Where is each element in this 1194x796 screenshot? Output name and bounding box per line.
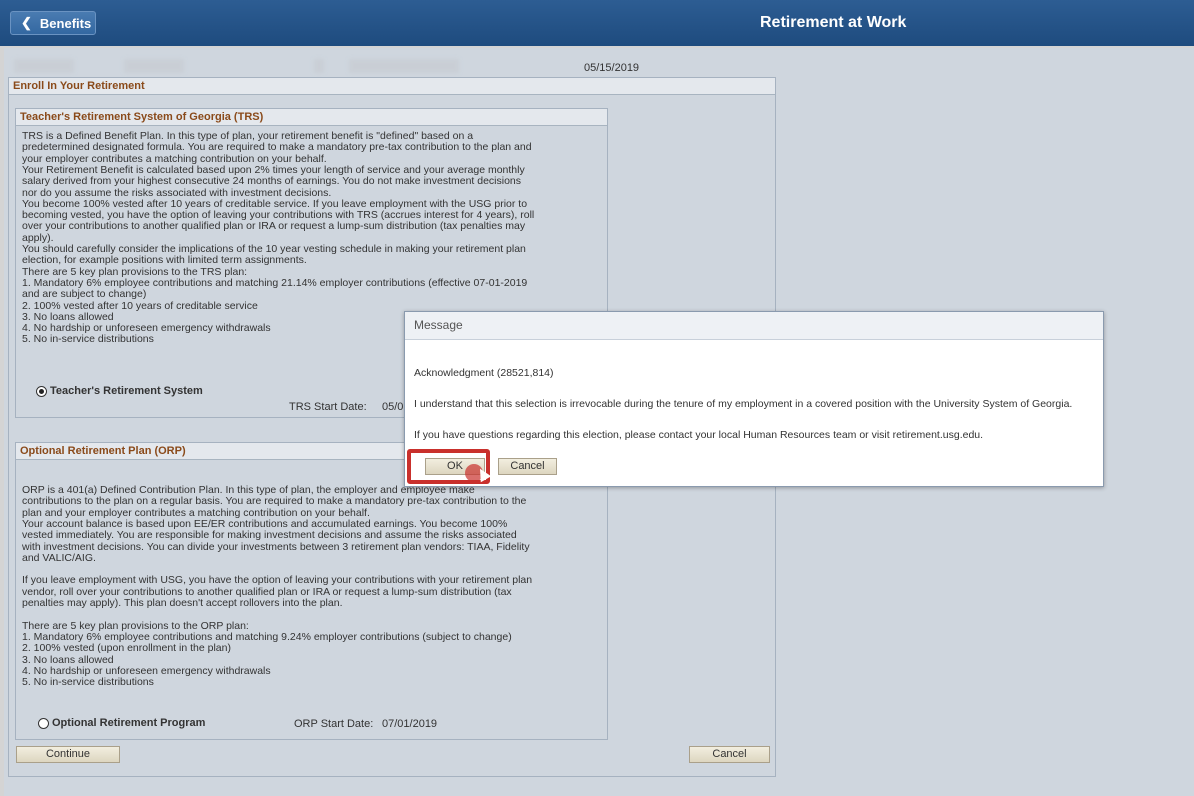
trs-radio-label: Teacher's Retirement System	[50, 385, 203, 397]
contact-info: If you have questions regarding this ele…	[414, 429, 984, 441]
top-bar: ❮ Benefits Retirement at Work	[0, 0, 1194, 46]
trs-title: Teacher's Retirement System of Georgia (…	[16, 109, 607, 126]
description-line: 5. No in-service distributions	[22, 676, 154, 689]
orp-radio-option[interactable]: Optional Retirement Program	[38, 717, 205, 729]
description-line: 5. No in-service distributions	[22, 333, 154, 346]
continue-button[interactable]: Continue	[16, 746, 120, 763]
radio-selected-icon[interactable]	[36, 385, 47, 397]
page-title: Retirement at Work	[760, 14, 907, 31]
chevron-left-icon: ❮	[21, 15, 32, 30]
description-line: and VALIC/AIG.	[22, 551, 96, 564]
orp-radio-label: Optional Retirement Program	[52, 717, 206, 729]
dialog-title: Message	[405, 312, 1103, 340]
current-date: 05/15/2019	[584, 62, 640, 74]
enroll-title: Enroll In Your Retirement	[9, 78, 775, 95]
cancel-button[interactable]: Cancel	[689, 746, 770, 763]
back-button-label: Benefits	[39, 15, 92, 31]
blurred-field	[14, 59, 74, 73]
dialog-cancel-button[interactable]: Cancel	[498, 458, 557, 475]
acknowledgment-statement: I understand that this selection is irre…	[414, 398, 1073, 410]
acknowledgment-id: Acknowledgment (28521,814)	[414, 367, 554, 379]
message-dialog: Message Acknowledgment (28521,814) I und…	[404, 311, 1104, 487]
trs-radio-option[interactable]: Teacher's Retirement System	[36, 385, 203, 397]
description-line: with investment decisions. You can divid…	[22, 540, 530, 553]
orp-start-date-label: ORP Start Date:	[294, 718, 374, 730]
blurred-field	[349, 59, 459, 73]
trs-start-date-label: TRS Start Date:	[289, 401, 367, 413]
radio-unselected-icon[interactable]	[38, 717, 49, 729]
back-benefits-button[interactable]: ❮ Benefits	[10, 11, 96, 35]
orp-start-date-value: 07/01/2019	[382, 718, 438, 730]
description-line: penalties may apply). This plan doesn't …	[22, 597, 343, 609]
description-line: over your contributions to another quali…	[22, 220, 526, 233]
blurred-field	[124, 59, 184, 73]
blurred-field	[314, 59, 324, 73]
